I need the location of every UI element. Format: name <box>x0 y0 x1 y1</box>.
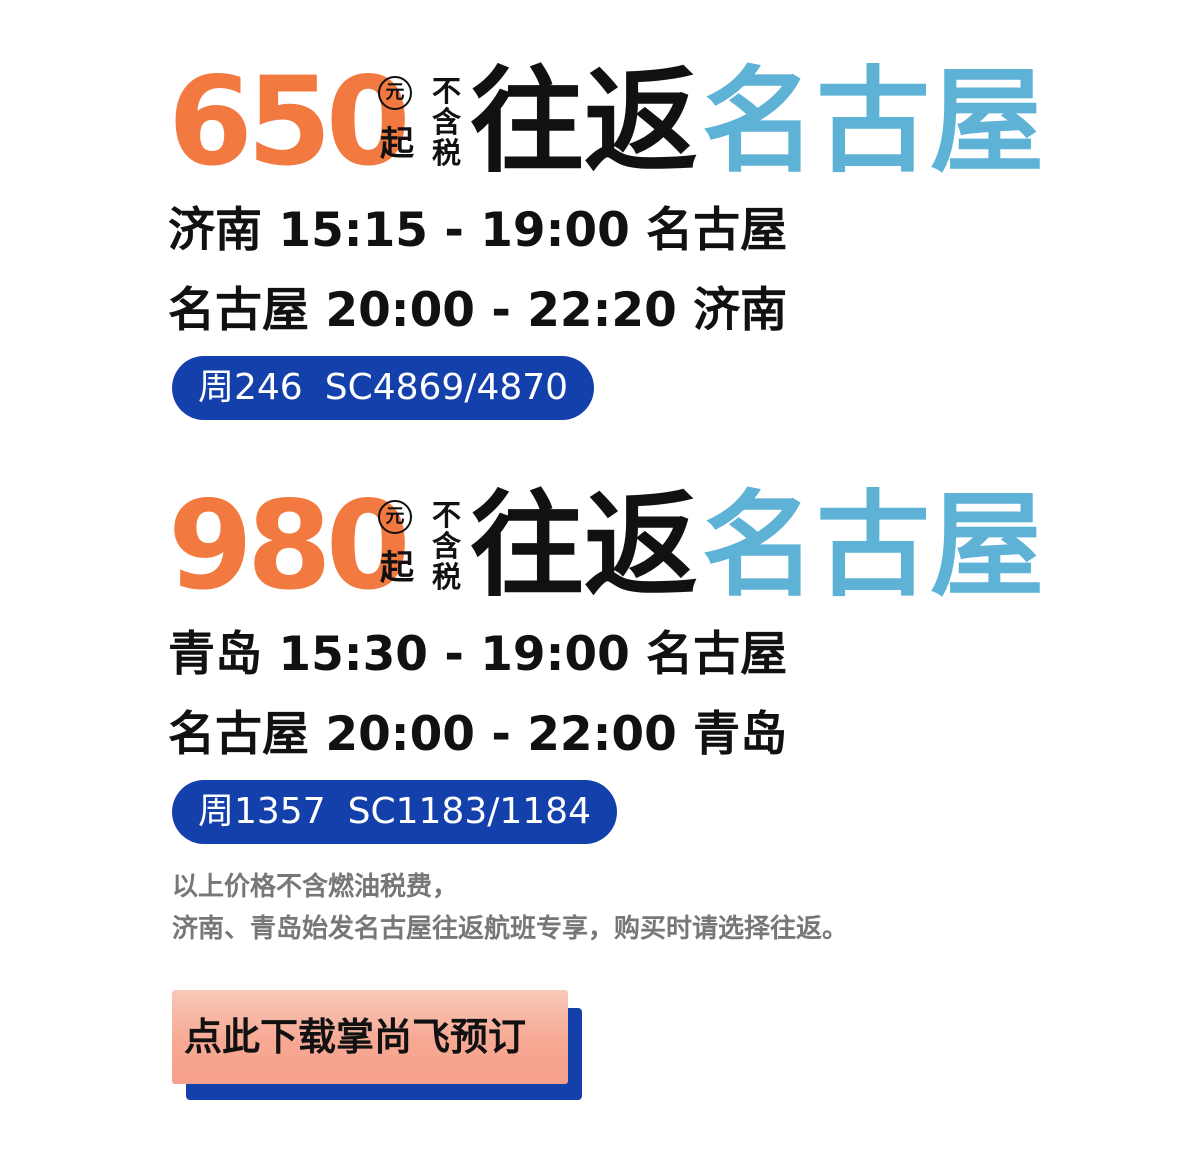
download-booking-button[interactable]: 点此下载掌尚飞预订 <box>172 990 568 1084</box>
currency-badge: 元 <box>378 76 412 110</box>
round-trip-label: 往返 <box>470 479 699 612</box>
download-cta: 点此下载掌尚飞预订 <box>172 990 582 1102</box>
round-trip-label: 往返 <box>470 55 699 188</box>
price-value: 650 <box>168 51 411 193</box>
flight-info-badge: 周1357 SC1183/1184 <box>172 780 617 844</box>
destination-label: 名古屋 <box>702 55 1045 188</box>
fare-note-line: 以上价格不含燃油税费， <box>172 872 459 902</box>
flight-numbers: SC1183/1184 <box>347 791 591 832</box>
offer-card-jinan: 650 元 起 不含税 往返 名古屋 济南 15:15 - 19:00 名古屋 … <box>168 58 1068 420</box>
price-from-label: 起 <box>380 548 414 588</box>
outbound-route: 青岛 15:30 - 19:00 名古屋 <box>168 627 788 682</box>
flight-numbers: SC4869/4870 <box>324 367 569 408</box>
offer-card-qingdao: 980 元 起 不含税 往返 名古屋 青岛 15:30 - 19:00 名古屋 … <box>168 482 1068 844</box>
return-route: 名古屋 20:00 - 22:20 济南 <box>168 283 788 338</box>
destination-label: 名古屋 <box>702 479 1045 612</box>
cta-label: 点此下载掌尚飞预订 <box>184 1015 527 1059</box>
price-value: 980 <box>168 475 411 617</box>
tax-exclusion-note: 不含税 <box>432 74 462 170</box>
fare-notes: 以上价格不含燃油税费， 济南、青岛始发名古屋往返航班专享，购买时请选择往返。 <box>172 866 848 950</box>
price-from-label: 起 <box>380 124 414 164</box>
flight-info-badge: 周246 SC4869/4870 <box>172 356 595 420</box>
operating-days: 周246 <box>198 367 303 408</box>
fare-note-line: 济南、青岛始发名古屋往返航班专享，购买时请选择往返。 <box>172 914 849 944</box>
offer-headline: 980 元 起 不含税 往返 名古屋 <box>168 482 1068 610</box>
currency-badge: 元 <box>378 500 412 534</box>
operating-days: 周1357 <box>198 791 326 832</box>
offer-headline: 650 元 起 不含税 往返 名古屋 <box>168 58 1068 186</box>
tax-exclusion-note: 不含税 <box>432 498 462 594</box>
return-route: 名古屋 20:00 - 22:00 青岛 <box>168 707 788 762</box>
outbound-route: 济南 15:15 - 19:00 名古屋 <box>168 203 788 258</box>
